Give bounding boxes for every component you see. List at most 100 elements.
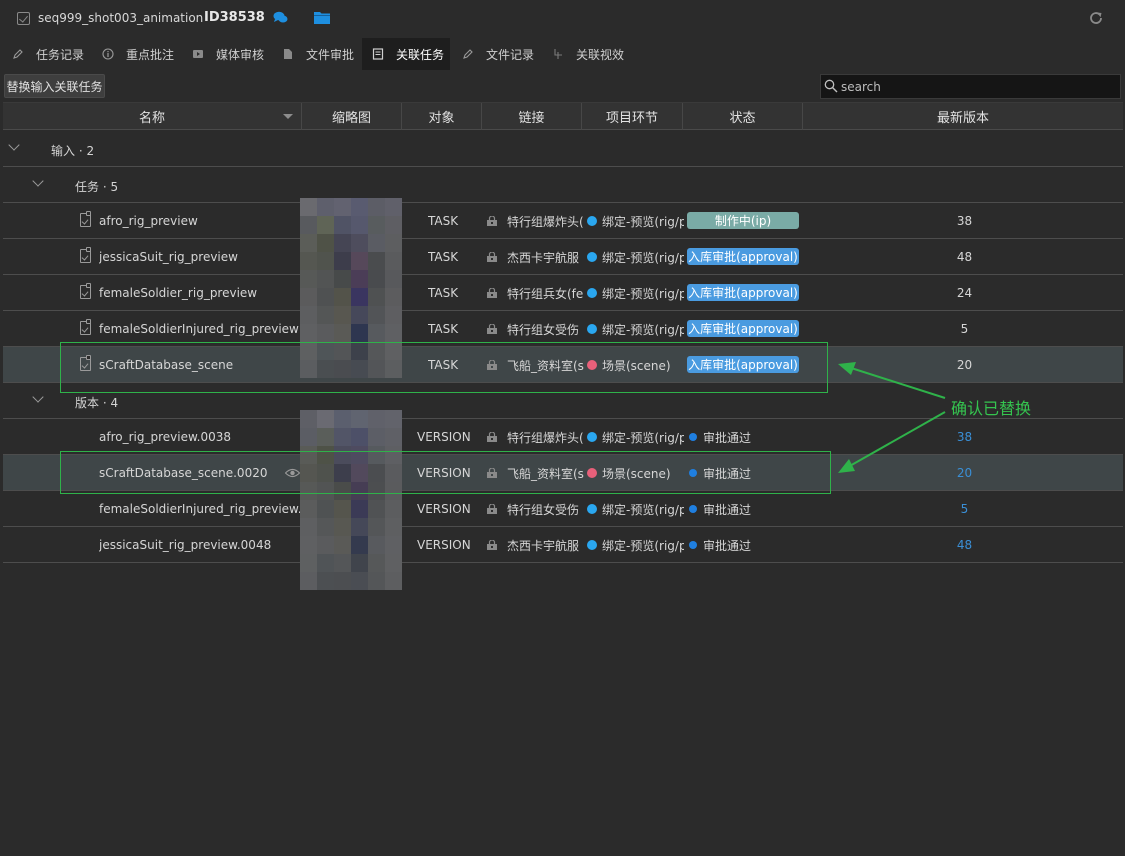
row-link[interactable]: 杰西卡宇航服 — [507, 239, 585, 275]
status-badge[interactable]: 入库审批(approval) — [687, 320, 799, 337]
lock-icon — [487, 288, 497, 298]
tab-label: 关联任务 — [396, 47, 445, 62]
row-pipeline-step: 绑定-预览(rig/p — [587, 527, 684, 563]
folder-icon[interactable] — [314, 11, 330, 24]
row-pipeline-step: 绑定-预览(rig/p — [587, 239, 684, 275]
step-color-dot — [587, 432, 597, 442]
row-link[interactable]: 特行组爆炸头( — [507, 203, 585, 239]
annotation-highlight-box — [60, 342, 828, 393]
row-link[interactable]: 特行组爆炸头( — [507, 419, 585, 455]
tab-linked-vfx[interactable]: 关联视效 — [552, 38, 624, 70]
tab-media-review[interactable]: 媒体审核 — [192, 38, 264, 70]
row-link[interactable]: 特行组女受伤 — [507, 491, 585, 527]
annotation-highlight-box — [60, 451, 831, 494]
entity-name: seq999_shot003_animation — [38, 11, 204, 25]
row-link[interactable]: 特行组兵女(fe — [507, 275, 585, 311]
tab-label: 关联视效 — [576, 47, 625, 62]
pencil-icon — [13, 49, 23, 59]
row-name: jessicaSuit_rig_preview.0048 — [99, 538, 272, 552]
chat-bubbles-icon[interactable] — [273, 11, 288, 24]
lock-icon — [487, 432, 497, 442]
step-color-dot — [587, 540, 597, 550]
row-name: afro_rig_preview.0038 — [99, 430, 232, 444]
column-header-link[interactable]: 链接 — [482, 103, 582, 130]
group-row-tasks[interactable]: 任务 · 5 — [3, 167, 1123, 203]
step-color-dot — [587, 288, 597, 298]
title-bar: seq999_shot003_animation ID38538 — [0, 0, 1125, 38]
row-latest-version: 48 — [956, 250, 973, 264]
entity-id: ID38538 — [204, 10, 265, 25]
row-link[interactable]: 杰西卡宇航服 — [507, 527, 585, 563]
row-pipeline-step: 绑定-预览(rig/p — [587, 275, 684, 311]
chevron-down-icon[interactable] — [32, 175, 44, 187]
checkbox-icon[interactable] — [17, 12, 30, 25]
row-name: jessicaSuit_rig_preview — [99, 250, 238, 264]
table-row[interactable]: femaleSoldierInjured_rig_preview.000 VER… — [3, 491, 1123, 527]
row-latest-version: 5 — [960, 322, 969, 336]
row-pipeline-step: 绑定-预览(rig/p — [587, 203, 684, 239]
row-object-type: VERSION — [417, 430, 471, 444]
column-header-status[interactable]: 状态 — [683, 103, 803, 130]
table-row[interactable]: jessicaSuit_rig_preview TASK 杰西卡宇航服 绑定-预… — [3, 239, 1123, 275]
lock-icon — [487, 252, 497, 262]
media-icon — [193, 50, 203, 58]
column-header-latest-version[interactable]: 最新版本 — [803, 103, 1123, 130]
task-clipboard-icon — [80, 319, 91, 335]
group-label: 输入 · 2 — [51, 144, 95, 158]
tab-task-records[interactable]: 任务记录 — [12, 38, 84, 70]
tab-file-approval[interactable]: 文件审批 — [282, 38, 354, 70]
tab-key-notes[interactable]: 重点批注 — [102, 38, 174, 70]
row-pipeline-step: 绑定-预览(rig/p — [587, 491, 684, 527]
step-color-dot — [587, 252, 597, 262]
refresh-icon[interactable] — [1088, 10, 1104, 26]
table-row[interactable]: jessicaSuit_rig_preview.0048 VERSION 杰西卡… — [3, 527, 1123, 563]
chevron-down-icon[interactable] — [8, 139, 20, 151]
replace-input-tasks-button[interactable]: 替换输入关联任务 — [4, 74, 105, 98]
thumbnail-image[interactable] — [300, 410, 402, 590]
lock-icon — [487, 504, 497, 514]
group-row-input[interactable]: 输入 · 2 — [3, 131, 1123, 167]
tab-label: 重点批注 — [126, 47, 175, 62]
row-latest-version: 24 — [956, 286, 973, 300]
search-input[interactable] — [841, 78, 1111, 96]
row-pipeline-step: 绑定-预览(rig/p — [587, 419, 684, 455]
row-status: 审批通过 — [689, 527, 799, 563]
tab-label: 任务记录 — [36, 47, 85, 62]
row-status: 审批通过 — [689, 419, 799, 455]
column-header-object[interactable]: 对象 — [402, 103, 482, 130]
row-latest-version: 20 — [956, 358, 973, 372]
row-name: afro_rig_preview — [99, 214, 198, 228]
group-label: 版本 · 4 — [75, 396, 119, 410]
row-status: 审批通过 — [689, 491, 799, 527]
step-color-dot — [587, 504, 597, 514]
step-color-dot — [587, 324, 597, 334]
column-header-name[interactable]: 名称 — [3, 103, 302, 130]
row-latest-version-link[interactable]: 38 — [806, 419, 1123, 455]
column-header-pipeline-step[interactable]: 项目环节 — [582, 103, 683, 130]
tab-label: 文件记录 — [486, 47, 535, 62]
row-latest-version-link[interactable]: 20 — [806, 455, 1123, 491]
tab-label: 文件审批 — [306, 47, 355, 62]
chevron-down-icon[interactable] — [32, 391, 44, 403]
search-box — [820, 74, 1121, 99]
task-clipboard-icon — [80, 247, 91, 263]
tab-linked-tasks[interactable]: 关联任务 — [362, 38, 450, 70]
table-row[interactable]: femaleSoldier_rig_preview TASK 特行组兵女(fe … — [3, 275, 1123, 311]
column-header-thumbnail[interactable]: 缩略图 — [302, 103, 402, 130]
row-latest-version-link[interactable]: 5 — [806, 491, 1123, 527]
row-object-type: TASK — [428, 250, 459, 264]
status-badge[interactable]: 入库审批(approval) — [687, 248, 799, 265]
tab-file-records[interactable]: 文件记录 — [462, 38, 534, 70]
group-label: 任务 · 5 — [75, 180, 119, 194]
status-badge[interactable]: 制作中(ip) — [687, 212, 799, 229]
sort-dropdown-icon[interactable] — [283, 114, 293, 119]
approved-dot — [689, 541, 697, 549]
tab-bar: 任务记录 重点批注 媒体审核 文件审批 关联任务 文件记录 关联视效 — [0, 38, 1125, 70]
table-row[interactable]: afro_rig_preview TASK 特行组爆炸头( 绑定-预览(rig/… — [3, 203, 1123, 239]
row-name: femaleSoldier_rig_preview — [99, 286, 258, 300]
status-badge[interactable]: 入库审批(approval) — [687, 284, 799, 301]
table-row[interactable]: afro_rig_preview.0038 VERSION 特行组爆炸头( 绑定… — [3, 419, 1123, 455]
row-latest-version-link[interactable]: 48 — [806, 527, 1123, 563]
lock-icon — [487, 216, 497, 226]
row-object-type: VERSION — [417, 538, 471, 552]
